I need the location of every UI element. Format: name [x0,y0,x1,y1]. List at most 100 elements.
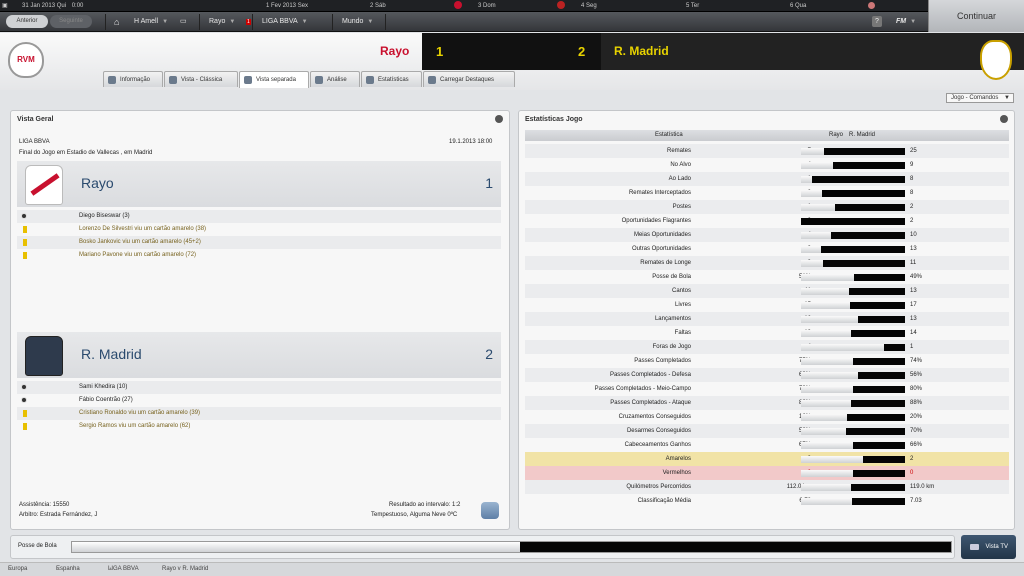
stat-label: Passes Completados - Ataque [610,400,691,406]
stat-home-bar [801,470,853,477]
stat-label: Postes [672,204,691,210]
stat-away-bar [851,400,905,407]
stat-away-value: 74% [910,358,923,364]
match-event: Mariano Pavone viu um cartão amarelo (72… [17,249,501,262]
possession-home-fill [72,542,521,552]
stat-row: Faltas1314 [525,326,1009,340]
calendar-day-6[interactable]: 6 Qua [790,0,806,12]
yellow-card-icon [23,226,27,233]
stat-home-bar [801,260,823,267]
club-menu[interactable]: Rayo ▼ [209,15,235,29]
stat-label: Cantos [671,288,691,294]
event-text[interactable]: Sergio Ramos viu um cartão amarelo (62) [79,423,190,429]
calendar-day-3[interactable]: 3 Dom [478,0,496,12]
fm-menu[interactable]: FM ▼ [896,15,916,29]
calendar-day-4[interactable]: 4 Seg [581,0,597,12]
day-name: Sex [297,3,309,9]
calendar-day-1[interactable]: 1 Fev 2013 Sex [266,0,308,12]
stat-away-value: 1 [910,344,914,350]
home-club-badge: RVM [8,42,44,78]
pitch-icon [169,76,177,84]
stat-away-bar [853,470,905,477]
help-icon[interactable]: ? [872,16,882,27]
calendar-day-2[interactable]: 2 Sáb [370,0,386,12]
stat-away-bar [824,148,905,155]
day-name: Ter [690,3,700,9]
stat-away-value: 70% [910,428,923,434]
overview-title: Vista Geral [17,116,54,123]
home-team-name: Rayo [380,44,410,58]
event-text: Diego Biseswar (3) [79,213,130,219]
stat-away-bar [851,330,905,337]
stat-away-value: 8 [910,176,914,182]
event-text[interactable]: Mariano Pavone viu um cartão amarelo (72… [79,252,196,258]
stat-away-bar [801,218,905,225]
tab-analise[interactable]: Análise [310,71,360,87]
stat-row: Cruzamentos Conseguidos16%20% [525,410,1009,424]
divider [385,14,386,30]
stat-home-bar [801,498,852,505]
tab-vista-classica[interactable]: Vista - Clássica [164,71,238,87]
yellow-card-icon [23,423,27,430]
divider [332,14,333,30]
event-text[interactable]: Bosko Jankovic viu um cartão amarelo (45… [79,239,201,245]
competition: LIGA BBVA [19,139,50,145]
stat-home-bar [801,358,853,365]
chevron-down-icon: ▼ [1004,95,1010,101]
stat-home-bar [801,288,849,295]
home-team-score: 1 [485,175,493,191]
notification-icon[interactable]: 1 [246,15,251,29]
day-name: Seg [586,3,597,9]
event-text[interactable]: Lorenzo De Silvestri viu um cartão amare… [79,226,206,232]
inbox-icon[interactable]: ▭ [180,15,187,29]
info-icon [108,76,116,84]
tab-carregar-destaques[interactable]: Carregar Destaques [423,71,515,87]
stat-label: Cabeceamentos Ganhos [624,442,691,448]
world-label: Mundo [342,18,364,25]
continue-button[interactable]: Continuar [928,0,1024,32]
match-commands-dropdown[interactable]: Jogo - Comandos ▼ [946,93,1014,103]
stat-row: Remates725 [525,144,1009,158]
chevron-up-icon: ▲ [8,566,13,572]
stat-row: Meias Oportunidades410 [525,228,1009,242]
stat-away-bar [863,456,905,463]
day-name: Sáb [375,3,386,9]
stat-row: Livres1517 [525,298,1009,312]
tab-estatisticas[interactable]: Estatísticas [361,71,422,87]
tab-label: Vista separada [256,77,296,83]
away-team-row: R. Madrid 2 [17,332,501,378]
panel-options-icon[interactable] [1000,115,1008,123]
stat-home-bar [801,428,846,435]
away-team-score: 2 [485,346,493,362]
stats-title: Estatísticas Jogo [525,116,583,123]
stat-home-bar [801,386,853,393]
calendar-toggle-icon[interactable]: ▣ [2,0,8,12]
tab-vista-separada[interactable]: Vista separada [239,71,309,88]
stat-home-bar [801,456,863,463]
league-menu[interactable]: LIGA BBVA ▼ [262,15,308,29]
weather: Tempestuoso, Alguma Neve 0ºC [371,512,458,518]
world-menu[interactable]: Mundo ▼ [342,15,373,29]
tv-view-button[interactable]: Vista TV [961,535,1016,559]
back-button[interactable]: Anterior [6,15,48,28]
stat-away-value: 88% [910,400,923,406]
panel-options-icon[interactable] [495,115,503,123]
chevron-down-icon: ▼ [367,19,374,25]
stat-label: Meias Oportunidades [633,232,691,238]
stat-label: Passes Completados - Defesa [609,372,691,378]
stat-away-value: 25 [910,148,917,154]
forward-button[interactable]: Seguinte [50,15,92,28]
calendar-day-5[interactable]: 5 Ter [686,0,699,12]
attendance: Assistência: 15550 [19,502,70,508]
event-text[interactable]: Cristiano Ronaldo viu um cartão amarelo … [79,410,200,416]
home-icon[interactable]: ⌂ [114,15,119,29]
tab-informacao[interactable]: Informação [103,71,163,87]
stat-away-bar [854,274,905,281]
manager-menu[interactable]: H Amell ▼ [134,15,168,29]
stat-away-bar [847,414,905,421]
stat-home-bar [801,372,858,379]
stat-row: Postes12 [525,200,1009,214]
away-score: 2 [578,44,586,59]
stat-row: Ao Lado18 [525,172,1009,186]
stat-away-bar [835,204,905,211]
